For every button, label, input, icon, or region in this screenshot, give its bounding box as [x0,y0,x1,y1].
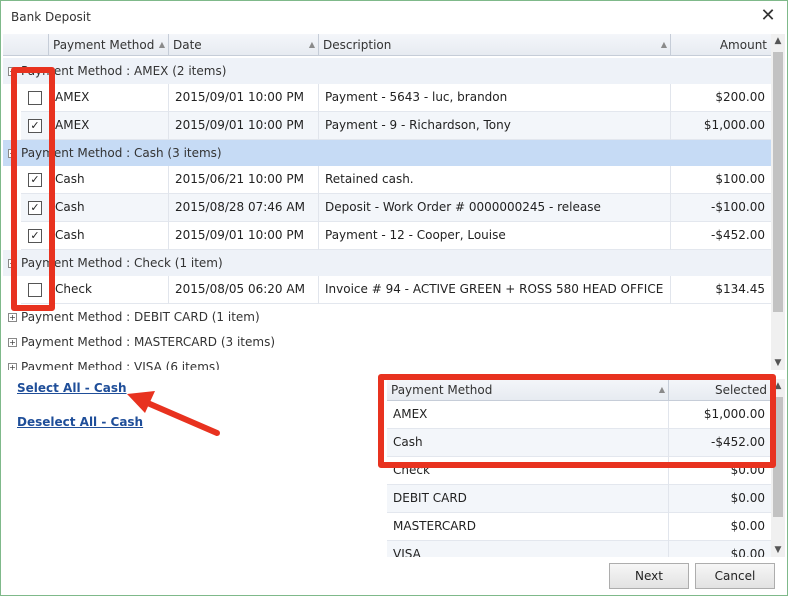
cell-date: 2015/08/05 06:20 AM [169,276,319,304]
header-checkbox-column[interactable] [3,34,49,56]
cell-amount: $1,000.00 [703,118,765,132]
cell-amount: -$452.00 [711,228,765,242]
bank-deposit-window: Bank Deposit ✕ Payment Method ▲ Date ▲ D… [0,0,788,596]
annotation-checkbox-highlight [11,67,55,311]
summary-cell-method: DEBIT CARD [387,485,669,513]
group-row-mastercard[interactable]: + Payment Method : MASTERCARD (3 items) [3,329,771,355]
summary-cell-method: VISA [387,541,669,557]
cell-date: 2015/09/01 10:00 PM [169,84,319,112]
cell-date: 2015/08/28 07:46 AM [169,194,319,222]
sort-icon: ▲ [158,40,165,49]
close-icon[interactable]: ✕ [757,5,779,27]
select-all-cash-link[interactable]: Select All - Cash [17,381,127,395]
cell-description: Payment - 9 - Richardson, Tony [319,112,671,140]
cell-method: AMEX [49,112,169,140]
header-amount[interactable]: Amount [671,34,771,56]
grid-vertical-scrollbar[interactable]: ▲ ▼ [771,34,785,370]
cell-date: 2015/09/01 10:00 PM [169,112,319,140]
title-bar: Bank Deposit ✕ [1,1,787,33]
table-row[interactable]: AMEX 2015/09/01 10:00 PM Payment - 5643 … [21,84,771,112]
cell-amount: -$100.00 [711,200,765,214]
header-description[interactable]: Description ▲ [319,34,671,56]
table-row[interactable]: ✓ Cash 2015/09/01 10:00 PM Payment - 12 … [21,222,771,250]
grid-body: − Payment Method : AMEX (2 items) AMEX 2… [3,56,771,370]
cell-description: Payment - 12 - Cooper, Louise [319,222,671,250]
table-row[interactable]: ✓ Cash 2015/06/21 10:00 PM Retained cash… [21,166,771,194]
header-date[interactable]: Date ▲ [169,34,319,56]
cell-method: Cash [49,222,169,250]
header-payment-method-label: Payment Method [53,38,155,52]
group-row-visa[interactable]: + Payment Method : VISA (6 items) [3,354,771,370]
cell-description: Invoice # 94 - ACTIVE GREEN + ROSS 580 H… [319,276,671,304]
cell-description: Retained cash. [319,166,671,194]
table-row[interactable]: ✓ AMEX 2015/09/01 10:00 PM Payment - 9 -… [21,112,771,140]
group-label: Payment Method : MASTERCARD (3 items) [21,335,276,349]
grid-header: Payment Method ▲ Date ▲ Description ▲ Am… [3,34,771,56]
annotation-summary-highlight [378,374,776,468]
summary-cell-selected: $0.00 [730,491,765,505]
summary-row[interactable]: VISA $0.00 [387,541,771,557]
header-description-label: Description [323,38,392,52]
cell-amount: $100.00 [715,172,765,186]
header-amount-label: Amount [719,38,767,52]
scroll-down-icon[interactable]: ▼ [771,356,785,370]
cell-method: AMEX [49,84,169,112]
header-date-label: Date [173,38,202,52]
summary-cell-selected: $0.00 [730,519,765,533]
cell-description: Payment - 5643 - luc, brandon [319,84,671,112]
cell-date: 2015/06/21 10:00 PM [169,166,319,194]
cell-method: Cash [49,194,169,222]
scroll-down-icon[interactable]: ▼ [771,543,785,557]
cell-amount: $200.00 [715,90,765,104]
header-payment-method[interactable]: Payment Method ▲ [49,34,169,56]
table-row[interactable]: ✓ Cash 2015/08/28 07:46 AM Deposit - Wor… [21,194,771,222]
scroll-thumb[interactable] [773,52,783,312]
cancel-button[interactable]: Cancel [695,563,775,589]
table-row[interactable]: Check 2015/08/05 06:20 AM Invoice # 94 -… [21,276,771,304]
sort-icon: ▲ [308,40,315,49]
summary-row[interactable]: MASTERCARD $0.00 [387,513,771,541]
cell-amount: $134.45 [715,282,765,296]
cell-description: Deposit - Work Order # 0000000245 - rele… [319,194,671,222]
summary-row[interactable]: DEBIT CARD $0.00 [387,485,771,513]
summary-cell-selected: $0.00 [730,547,765,557]
expand-icon[interactable]: + [8,338,17,347]
group-row-check[interactable]: − Payment Method : Check (1 item) [3,250,771,276]
cell-method: Check [49,276,169,304]
window-title: Bank Deposit [11,10,91,24]
expand-icon[interactable]: + [8,363,17,370]
cell-date: 2015/09/01 10:00 PM [169,222,319,250]
scroll-up-icon[interactable]: ▲ [771,34,785,48]
sort-icon: ▲ [660,40,667,49]
group-label: Payment Method : DEBIT CARD (1 item) [21,310,260,324]
annotation-arrow-icon [127,391,220,436]
group-row-amex[interactable]: − Payment Method : AMEX (2 items) [3,58,771,84]
payments-grid: Payment Method ▲ Date ▲ Description ▲ Am… [3,34,785,370]
cell-method: Cash [49,166,169,194]
summary-cell-method: MASTERCARD [387,513,669,541]
group-label: Payment Method : VISA (6 items) [21,360,220,370]
expand-icon[interactable]: + [8,313,17,322]
next-button[interactable]: Next [609,563,689,589]
group-row-debit-card[interactable]: + Payment Method : DEBIT CARD (1 item) [3,304,771,330]
group-row-cash[interactable]: − Payment Method : Cash (3 items) [3,140,771,166]
